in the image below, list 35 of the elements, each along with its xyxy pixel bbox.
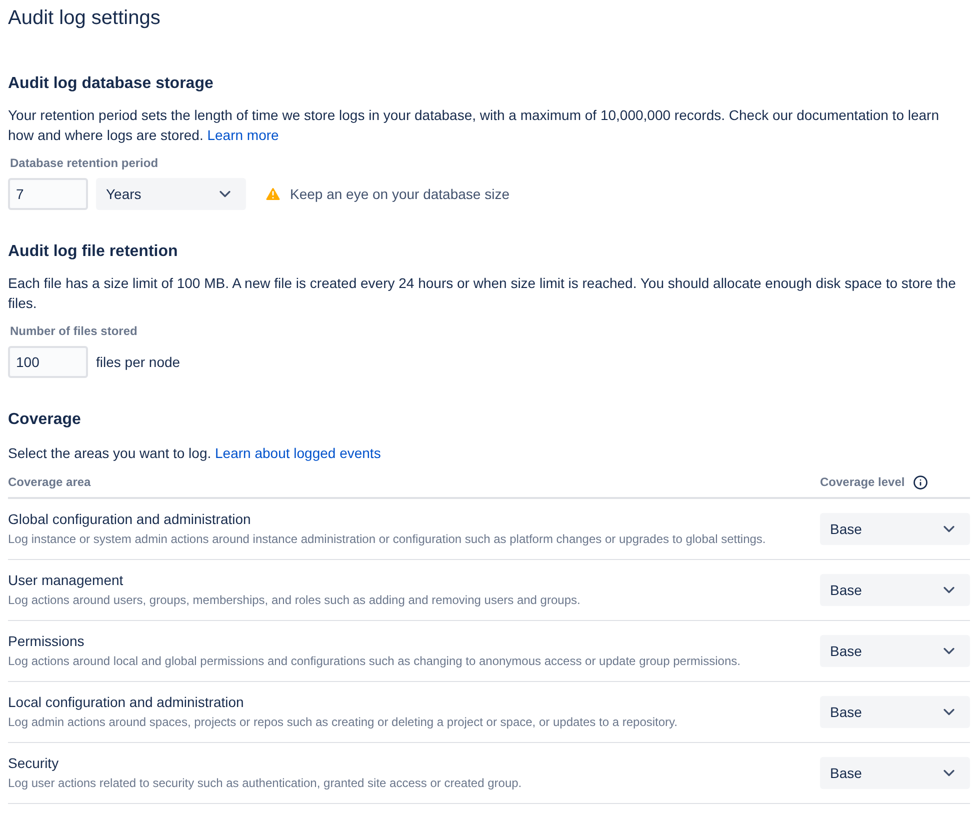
column-header: Coverage area bbox=[8, 474, 91, 491]
field-label: Database retention period bbox=[10, 155, 160, 172]
section-heading: Audit log database storage bbox=[8, 74, 214, 94]
page-title: Audit log settings bbox=[8, 6, 162, 30]
area-description: Log admin actions around spaces, projects or repos such as creating or deleting a project or space, or updates to a repository. bbox=[8, 714, 678, 731]
area-description: Log user actions related to security such as authentication, granted site access or created group. bbox=[8, 775, 522, 792]
dropdown[interactable]: Base bbox=[820, 757, 970, 789]
dropdown[interactable]: Base bbox=[820, 635, 970, 667]
section-description: Your retention period sets the length of time we store logs in your database, with a maximum of 10,000,000 records. Check our documentation to learn how and where logs are stored. Learn more bbox=[8, 106, 940, 145]
warning-icon bbox=[264, 185, 282, 203]
retention-input[interactable]: 7 bbox=[8, 178, 88, 210]
warning-text: Keep an eye on your database size bbox=[290, 184, 510, 204]
section-heading: Coverage bbox=[8, 410, 82, 430]
area-name: Permissions bbox=[8, 632, 86, 651]
dropdown[interactable]: Base bbox=[820, 696, 970, 728]
area-description: Log actions around local and global permissions and configurations such as changing to anonymous access or update group permissions. bbox=[8, 653, 740, 670]
dropdown[interactable]: Base bbox=[820, 513, 970, 545]
section-description: Select the areas you want to log. Learn about logged events bbox=[8, 444, 382, 463]
area-name: Security bbox=[8, 754, 60, 773]
learn-more-link[interactable]: Learn more bbox=[207, 127, 279, 143]
logged-events-link[interactable]: Learn about logged events bbox=[215, 445, 381, 461]
area-name: Local configuration and administration bbox=[8, 693, 245, 712]
dropdown[interactable]: Base bbox=[820, 574, 970, 606]
section-heading: Audit log file retention bbox=[8, 242, 179, 262]
area-name: Global configuration and administration bbox=[8, 510, 252, 529]
files-input[interactable]: 100 bbox=[8, 346, 88, 378]
field-label: Number of files stored bbox=[10, 323, 138, 340]
files-suffix: files per node bbox=[96, 352, 180, 372]
area-description: Log actions around users, groups, memberships, and roles such as adding and removing users and groups. bbox=[8, 592, 580, 609]
area-name: User management bbox=[8, 571, 124, 590]
dropdown[interactable]: Years bbox=[96, 178, 246, 210]
info-icon[interactable] bbox=[912, 474, 928, 490]
area-description: Log instance or system admin actions around instance administration or configuration such as platform changes or upgrades to global settings. bbox=[8, 531, 766, 548]
section-description: Each file has a size limit of 100 MB. A new file is created every 24 hours or when size limit is reached. You should allocate enough disk space to store the files. bbox=[8, 274, 957, 313]
column-header: Coverage level bbox=[820, 474, 905, 491]
